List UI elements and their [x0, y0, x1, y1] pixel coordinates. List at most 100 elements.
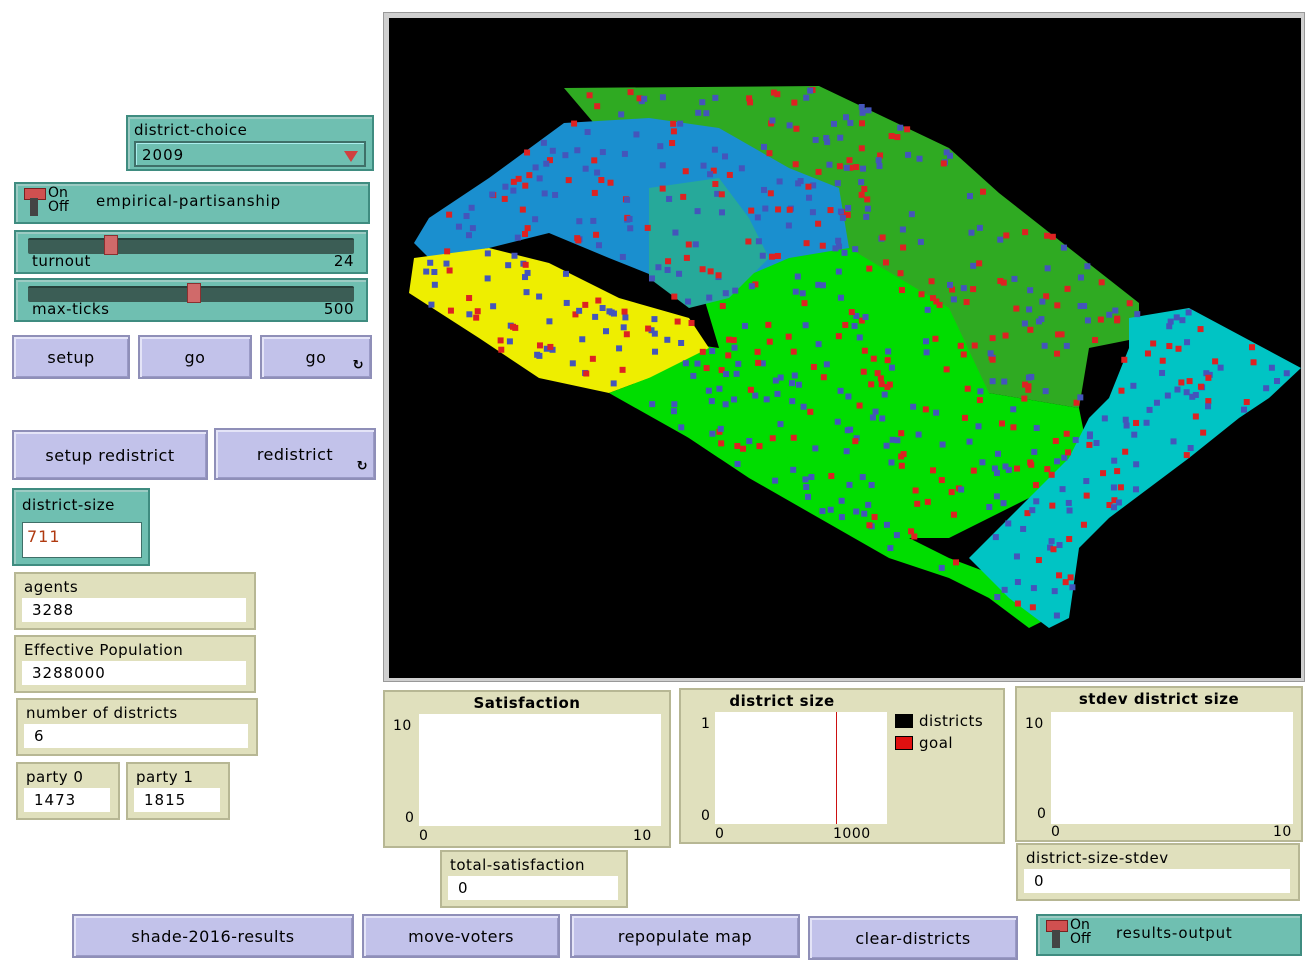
voter-agent: [963, 299, 970, 306]
voter-agent: [905, 151, 912, 158]
voter-agent: [835, 237, 842, 244]
switch-toggle-icon[interactable]: [24, 188, 46, 216]
voter-agent: [837, 134, 844, 141]
voter-agent: [665, 258, 672, 265]
voter-agent: [709, 348, 716, 355]
voter-agent: [1200, 429, 1207, 436]
voter-agent: [484, 275, 491, 282]
plot-title: Satisfaction: [473, 694, 581, 712]
voter-agent: [1028, 373, 1035, 380]
voter-agent: [879, 234, 886, 241]
voter-agent: [747, 386, 754, 393]
voter-agent: [986, 503, 993, 510]
slider-handle[interactable]: [104, 235, 119, 255]
forever-icon: ↻: [352, 358, 364, 373]
voter-agent: [619, 366, 626, 373]
voter-agent: [715, 272, 722, 279]
voter-agent: [1002, 332, 1009, 339]
shade-label: shade-2016-results: [131, 926, 295, 946]
voter-agent: [790, 434, 797, 441]
voter-agent: [678, 339, 685, 346]
district-map[interactable]: [389, 18, 1301, 678]
voter-agent: [722, 401, 729, 408]
voter-agent: [1013, 305, 1020, 312]
voter-agent: [995, 450, 1002, 457]
voter-agent: [1159, 369, 1166, 376]
district-size-field[interactable]: 711: [22, 522, 142, 558]
voter-agent: [1005, 520, 1012, 527]
turnout-slider[interactable]: turnout 24: [14, 230, 368, 274]
voter-agent: [671, 293, 678, 300]
voter-agent: [769, 253, 776, 260]
empirical-partisanship-switch[interactable]: On Off empirical-partisanship: [14, 182, 370, 224]
voter-agent: [946, 152, 953, 159]
voter-agent: [688, 319, 695, 326]
district-choice-chooser[interactable]: district-choice 2009: [126, 115, 374, 171]
voter-agent: [444, 248, 451, 255]
voter-agent: [682, 360, 689, 367]
voter-agent: [1001, 586, 1008, 593]
voter-agent: [843, 114, 850, 121]
results-output-switch[interactable]: On Off results-output: [1036, 914, 1302, 956]
voter-agent: [881, 391, 888, 398]
voter-agent: [1133, 461, 1140, 468]
voter-agent: [877, 375, 884, 382]
move-voters-button[interactable]: move-voters: [362, 914, 560, 958]
repopulate-label: repopulate map: [617, 926, 753, 946]
world-view[interactable]: [383, 12, 1305, 682]
voter-agent: [1122, 448, 1129, 455]
chooser-select[interactable]: 2009: [134, 141, 366, 167]
voter-agent: [1021, 320, 1028, 327]
clear-districts-label: clear-districts: [855, 928, 971, 948]
voter-agent: [621, 308, 628, 315]
voter-agent: [924, 498, 931, 505]
voter-agent: [1054, 458, 1061, 465]
voter-agent: [979, 459, 986, 466]
voter-agent: [1186, 378, 1193, 385]
voter-agent: [868, 482, 875, 489]
voter-agent: [1122, 416, 1129, 423]
voter-agent: [1061, 454, 1068, 461]
switch-toggle-icon[interactable]: [1046, 920, 1068, 948]
voter-agent: [1014, 465, 1021, 472]
go-forever-button[interactable]: go ↻: [260, 335, 372, 379]
redistrict-button[interactable]: redistrict ↻: [214, 428, 376, 480]
voter-agent: [627, 89, 634, 96]
voter-agent: [803, 240, 810, 247]
voter-agent: [745, 238, 752, 245]
setup-redistrict-button[interactable]: setup redistrict: [12, 430, 208, 480]
voter-agent: [858, 103, 865, 110]
shade-2016-results-button[interactable]: shade-2016-results: [72, 914, 354, 958]
repopulate-map-button[interactable]: repopulate map: [570, 914, 800, 958]
voter-agent: [1083, 492, 1090, 499]
voter-agent: [1014, 600, 1021, 607]
voter-agent: [837, 387, 844, 394]
max-ticks-slider[interactable]: max-ticks 500: [14, 278, 368, 322]
voter-agent: [874, 370, 881, 377]
go-once-button[interactable]: go: [138, 335, 252, 379]
voter-agent: [468, 204, 475, 211]
voter-agent: [1106, 311, 1113, 318]
voter-agent: [878, 381, 885, 388]
voter-agent: [884, 357, 891, 364]
voter-agent: [633, 131, 640, 138]
voter-agent: [627, 225, 634, 232]
voter-agent: [858, 120, 865, 127]
voter-agent: [1003, 232, 1010, 239]
voter-agent: [1054, 350, 1061, 357]
voter-agent: [1175, 345, 1182, 352]
slider-handle[interactable]: [187, 283, 201, 303]
voter-agent: [900, 244, 907, 251]
voter-agent: [875, 157, 882, 164]
setup-button[interactable]: setup: [12, 335, 130, 379]
voter-agent: [992, 534, 999, 541]
voter-agent: [883, 442, 890, 449]
legend-swatch: [895, 714, 913, 728]
voter-agent: [1020, 525, 1027, 532]
voter-agent: [692, 241, 699, 248]
voter-agent: [731, 396, 738, 403]
voter-agent: [1014, 579, 1021, 586]
legend-swatch: [895, 736, 913, 750]
clear-districts-button[interactable]: clear-districts: [808, 916, 1018, 960]
voter-agent: [756, 443, 763, 450]
